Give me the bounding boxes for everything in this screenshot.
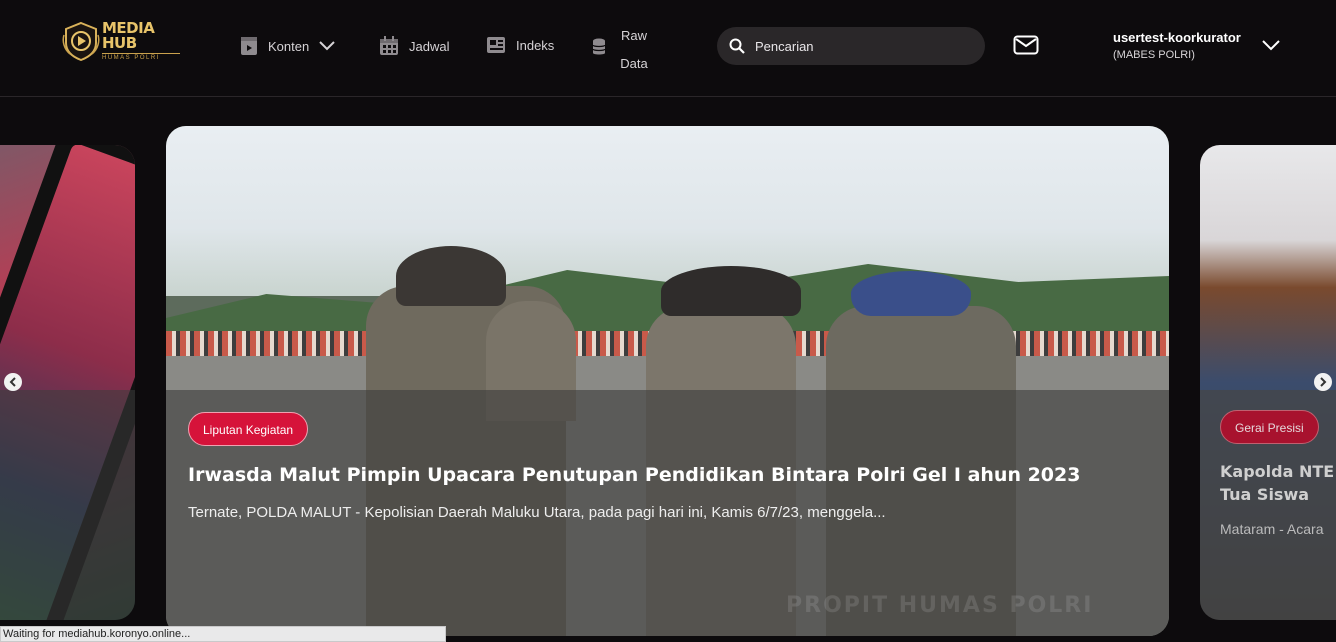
user-menu[interactable]: usertest-koorkurator (MABES POLRI) (1113, 30, 1241, 61)
headline-title[interactable]: Kapolda NTE Tua Siswa (1220, 460, 1336, 506)
chevron-left-icon (9, 377, 16, 387)
nav-indeks[interactable]: Indeks (486, 36, 554, 54)
envelope-icon (1013, 35, 1039, 55)
category-badge[interactable]: Liputan Kegiatan (188, 412, 309, 446)
photo-watermark: PROPIT HUMAS POLRI (786, 593, 1094, 618)
top-navbar: MEDIA HUB HUMAS POLRI Konten Jadwal Inde… (0, 0, 1336, 97)
headline-excerpt: Ternate, POLDA MALUT - Kepolisian Daerah… (188, 504, 886, 521)
headline-title-line1: Kapolda NTE (1220, 462, 1335, 481)
media-hub-logo[interactable]: MEDIA HUB HUMAS POLRI (62, 20, 180, 62)
mail-button[interactable] (1013, 35, 1039, 60)
headline-excerpt: Mataram - Acara (1220, 521, 1324, 537)
headline-title[interactable]: Irwasda Malut Pimpin Upacara Penutupan P… (188, 464, 1148, 486)
carousel-next-button[interactable] (1314, 373, 1332, 391)
user-menu-toggle[interactable] (1262, 38, 1280, 56)
nav-konten-label: Konten (268, 38, 310, 54)
calendar-icon (380, 36, 398, 55)
newspaper-icon (487, 37, 505, 53)
chevron-down-icon (1262, 40, 1280, 51)
nav-raw-label-line2: Data (620, 56, 648, 71)
carousel-prev-button[interactable] (4, 373, 22, 391)
chevron-right-icon (1320, 377, 1327, 387)
nav-indeks-label: Indeks (516, 37, 555, 53)
nav-raw-label-line1: Raw (620, 28, 647, 43)
category-badge[interactable]: Gerai Presisi (1220, 410, 1319, 444)
carousel-slide-active[interactable]: Liputan Kegiatan Irwasda Malut Pimpin Up… (166, 126, 1169, 636)
headline-title-line2: Tua Siswa (1220, 485, 1310, 504)
browser-status-bar: Waiting for mediahub.koronyo.online... (0, 626, 446, 642)
nav-raw-data[interactable]: Raw Data (592, 22, 654, 78)
nav-jadwal[interactable]: Jadwal (379, 36, 449, 56)
play-emblem-icon (62, 21, 100, 62)
user-name: usertest-koorkurator (1113, 30, 1241, 45)
brand-name: MEDIA HUB (102, 19, 155, 52)
chevron-down-icon (319, 41, 335, 51)
search-input[interactable] (755, 38, 965, 54)
video-file-icon (241, 37, 257, 55)
nav-jadwal-label: Jadwal (409, 38, 450, 54)
database-icon (592, 38, 606, 55)
search-bar[interactable] (717, 27, 985, 65)
search-icon (729, 38, 745, 54)
user-org: (MABES POLRI) (1113, 49, 1195, 61)
headline-carousel: Liputan Kegiatan Irwasda Malut Pimpin Up… (0, 97, 1336, 642)
nav-konten[interactable]: Konten (240, 36, 335, 56)
brand-sub: HUMAS POLRI (102, 53, 180, 61)
